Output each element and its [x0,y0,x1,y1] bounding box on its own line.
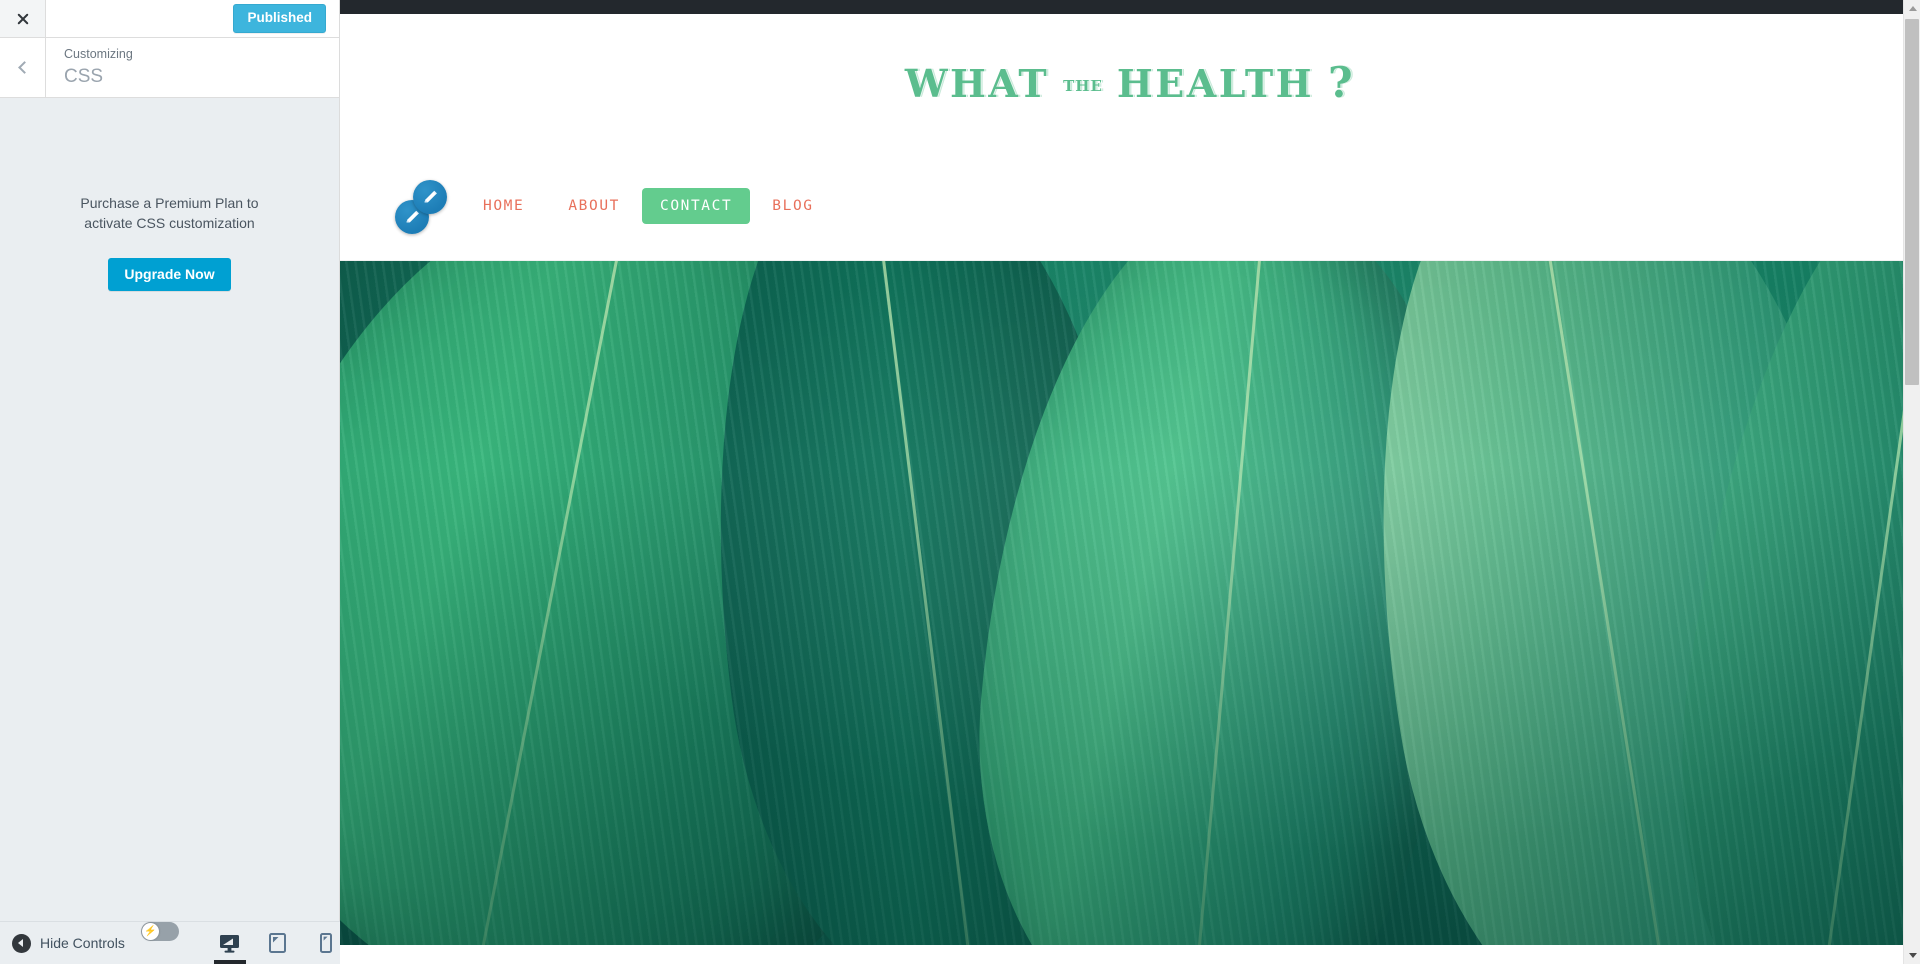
scrollbar-thumb[interactable] [1905,19,1919,385]
upsell-line-2: activate CSS customization [84,215,255,232]
upsell-line-1: Purchase a Premium Plan to [80,195,259,211]
preview-scrollbar[interactable] [1903,0,1920,964]
site-title-part-1: What [904,61,1050,106]
site-title[interactable]: What the Health ? [905,58,1355,107]
desktop-icon [220,934,240,953]
hero-banner-image [340,261,1920,945]
publish-button[interactable]: Published [233,3,326,34]
customizer-topbar: Published [0,0,339,38]
site-title-the: the [1063,77,1103,95]
site-title-part-2: Health [1116,61,1315,106]
mobile-icon [319,933,332,953]
tablet-icon [269,933,287,953]
hero-vignette [340,261,1920,945]
customizer-section-header: Customizing CSS [0,38,339,98]
site-nav-row: Home About Contact Blog [340,151,1920,261]
hide-controls-button[interactable]: Hide Controls [0,922,125,964]
site-content-below-hero [340,945,1920,964]
back-button[interactable] [0,38,46,97]
site-preview-frame[interactable]: What the Health ? [340,0,1920,964]
hide-controls-label: Hide Controls [40,935,125,951]
nav-item-home[interactable]: Home [461,188,546,224]
customizing-eyebrow: Customizing [64,47,133,62]
previewed-site: What the Health ? [340,14,1920,964]
lightning-bolt-icon: ⚡ [144,925,157,937]
scrollbar-up-button[interactable] [1904,0,1920,17]
collapse-left-icon [12,933,31,953]
toggle-knob: ⚡ [141,923,159,940]
scrollbar-down-button[interactable] [1904,947,1920,964]
page-title: CSS [64,66,104,88]
section-header-text: Customizing CSS [46,38,133,97]
nav-item-blog[interactable]: Blog [750,188,835,224]
site-header: What the Health ? [340,14,1920,151]
pencil-icon [423,190,437,203]
upgrade-now-button[interactable]: Upgrade Now [108,257,231,291]
pencil-icon [405,210,419,223]
caret-up-icon [1908,6,1917,11]
nav-item-contact[interactable]: Contact [641,187,751,224]
customizer-sidebar: Published Customizing CSS Purchase a Pre… [0,0,340,964]
customizer-app: Published Customizing CSS Purchase a Pre… [0,0,1920,964]
edit-shortcut-group [395,178,451,234]
edit-header-shortcut[interactable] [413,179,447,214]
customizer-footer: Hide Controls ⚡ [0,921,340,964]
customizer-panel-body: Purchase a Premium Plan to activate CSS … [0,98,339,921]
close-customizer-button[interactable] [0,0,46,37]
chevron-left-icon [17,61,31,74]
close-icon [16,12,30,26]
device-button-desktop[interactable] [211,922,249,964]
device-button-tablet[interactable] [259,922,297,964]
caret-down-icon [1908,953,1917,958]
site-title-question-mark: ? [1328,58,1356,107]
css-upsell-notice: Purchase a Premium Plan to activate CSS … [0,193,339,291]
wp-admin-bar [340,0,1920,14]
device-preview-group [201,922,345,964]
preview-mode-toggle[interactable]: ⚡ [140,922,179,941]
primary-navigation: Home About Contact Blog [461,187,836,224]
nav-item-about[interactable]: About [546,188,642,224]
